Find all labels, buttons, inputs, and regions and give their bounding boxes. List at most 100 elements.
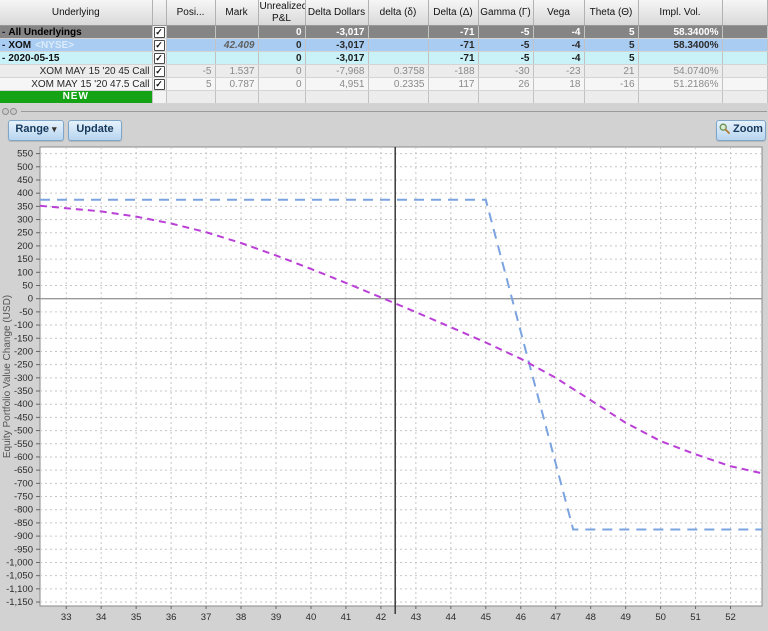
column-header-gamma[interactable]: Gamma (Γ): [478, 0, 534, 26]
svg-text:34: 34: [96, 612, 107, 623]
zoom-button-label: Zoom: [733, 123, 763, 135]
cell-vega: -4: [533, 38, 585, 52]
column-header-check[interactable]: [152, 0, 167, 26]
table-row[interactable]: NEW: [0, 90, 768, 104]
include-checkbox[interactable]: ✓: [153, 66, 165, 77]
svg-text:-100: -100: [14, 320, 33, 331]
svg-text:300: 300: [17, 215, 33, 226]
column-header-theta[interactable]: Theta (Θ): [584, 0, 639, 26]
cell-delta-cap: -71: [428, 25, 479, 39]
include-checkbox[interactable]: ✓: [153, 40, 165, 51]
cell-theta: 5: [584, 25, 639, 39]
svg-text:450: 450: [17, 175, 33, 186]
magnifier-icon: [719, 123, 730, 134]
cell-gamma: 26: [478, 77, 534, 91]
column-header-underlying[interactable]: Underlying: [0, 0, 153, 26]
svg-text:39: 39: [271, 612, 282, 623]
cell-vega: -4: [533, 25, 585, 39]
svg-text:52: 52: [725, 612, 736, 623]
column-header-delta_dollars[interactable]: Delta Dollars: [305, 0, 369, 26]
cell-unrealized-pl: 0: [258, 77, 306, 91]
svg-text:-1,000: -1,000: [6, 557, 33, 568]
cell-filler: [722, 51, 768, 65]
column-header-mark[interactable]: Mark: [215, 0, 259, 26]
underlying-label: XOM MAY 15 '20 47.5 Call: [31, 78, 150, 90]
splitter-handle[interactable]: [0, 104, 768, 118]
column-header-vega[interactable]: Vega: [533, 0, 585, 26]
cell-delta-dollars: -7,968: [305, 64, 369, 78]
svg-text:-1,050: -1,050: [6, 571, 33, 582]
cell-delta-dollars: [305, 90, 369, 104]
table-row[interactable]: -2020-05-15 ✓ 0 -3,017 -71 -5 -4 5: [0, 51, 768, 65]
cell-vega: -4: [533, 51, 585, 65]
cell-theta: 5: [584, 38, 639, 52]
table-row[interactable]: - All Underlyings ✓ 0 -3,017 -71 -5 -4 5 58.3400%: [0, 25, 768, 39]
svg-text:45: 45: [480, 612, 491, 623]
positions-table: Underlying Posi... Mark Unrealized P&L Delta…: [0, 0, 768, 104]
svg-text:250: 250: [17, 228, 33, 239]
cell-delta-small: 0.2335: [368, 77, 429, 91]
svg-text:-900: -900: [14, 531, 33, 542]
include-checkbox[interactable]: ✓: [153, 79, 165, 90]
column-header-unrealized_pl[interactable]: Unrealized P&L: [258, 0, 306, 26]
cell-underlying: XOM MAY 15 '20 47.5 Call: [0, 77, 153, 91]
cell-delta-small: [368, 90, 429, 104]
cell-unrealized-pl: [258, 90, 306, 104]
svg-text:-250: -250: [14, 360, 33, 371]
column-header-position[interactable]: Posi...: [166, 0, 216, 26]
svg-text:46: 46: [515, 612, 526, 623]
range-button-label: Range: [15, 123, 50, 135]
svg-text:-300: -300: [14, 373, 33, 384]
svg-text:51: 51: [690, 612, 701, 623]
cell-delta-small: [368, 51, 429, 65]
update-button[interactable]: Update: [68, 120, 122, 141]
positions-header-row: Underlying Posi... Mark Unrealized P&L Delta…: [0, 0, 768, 26]
table-row[interactable]: XOM MAY 15 '20 47.5 Call ✓ 5 0.787 0 4,951 0.2…: [0, 77, 768, 91]
svg-text:44: 44: [446, 612, 457, 623]
column-header-impl_vol[interactable]: Impl. Vol.: [638, 0, 723, 26]
column-header-filler[interactable]: [722, 0, 768, 26]
zoom-button[interactable]: Zoom: [716, 120, 766, 141]
svg-text:-950: -950: [14, 544, 33, 555]
range-button[interactable]: Range: [8, 120, 64, 141]
svg-text:350: 350: [17, 201, 33, 212]
svg-text:43: 43: [411, 612, 422, 623]
column-header-delta_small[interactable]: delta (δ): [368, 0, 429, 26]
cell-theta: -16: [584, 77, 639, 91]
cell-filler: [722, 25, 768, 39]
cell-gamma: -5: [478, 25, 534, 39]
underlying-label: XOM MAY 15 '20 45 Call: [39, 65, 150, 77]
svg-text:-650: -650: [14, 465, 33, 476]
cell-position: [166, 25, 216, 39]
splitter-groove: [21, 111, 767, 112]
svg-text:33: 33: [61, 612, 72, 623]
underlying-label: All Underlyings: [8, 26, 82, 38]
positions-body: - All Underlyings ✓ 0 -3,017 -71 -5 -4 5 58.3400%…: [0, 25, 768, 104]
table-row[interactable]: XOM MAY 15 '20 45 Call ✓ -5 1.537 0 -7,968 0.3…: [0, 64, 768, 78]
cell-vega: -23: [533, 64, 585, 78]
cell-underlying: NEW: [0, 90, 153, 104]
svg-text:-800: -800: [14, 505, 33, 516]
cell-underlying: -2020-05-15: [0, 51, 153, 65]
cell-include: [152, 90, 167, 104]
cell-filler: [722, 77, 768, 91]
cell-delta-dollars: 4,951: [305, 77, 369, 91]
include-checkbox[interactable]: ✓: [153, 53, 165, 64]
cell-vega: 18: [533, 77, 585, 91]
risk-profile-chart[interactable]: 550500450400350300250200150100500-50-100…: [0, 142, 768, 631]
new-position-badge[interactable]: NEW: [0, 91, 151, 103]
cell-delta-small: [368, 25, 429, 39]
table-row[interactable]: - XOM <NYSE> ✓ 42.409 0 -3,017 -71 -5 -4 5 58.3400%: [0, 38, 768, 52]
cell-delta-cap: -71: [428, 38, 479, 52]
svg-text:48: 48: [585, 612, 596, 623]
chart-toolbar: Range Update Zoom: [0, 118, 768, 142]
svg-text:-750: -750: [14, 492, 33, 503]
cell-unrealized-pl: 0: [258, 51, 306, 65]
svg-text:37: 37: [201, 612, 212, 623]
cell-underlying: - XOM <NYSE>: [0, 38, 153, 52]
svg-text:-150: -150: [14, 333, 33, 344]
cell-vega: [533, 90, 585, 104]
column-header-delta_cap[interactable]: Delta (Δ): [428, 0, 479, 26]
include-checkbox[interactable]: ✓: [153, 27, 165, 38]
svg-text:0: 0: [28, 294, 33, 305]
